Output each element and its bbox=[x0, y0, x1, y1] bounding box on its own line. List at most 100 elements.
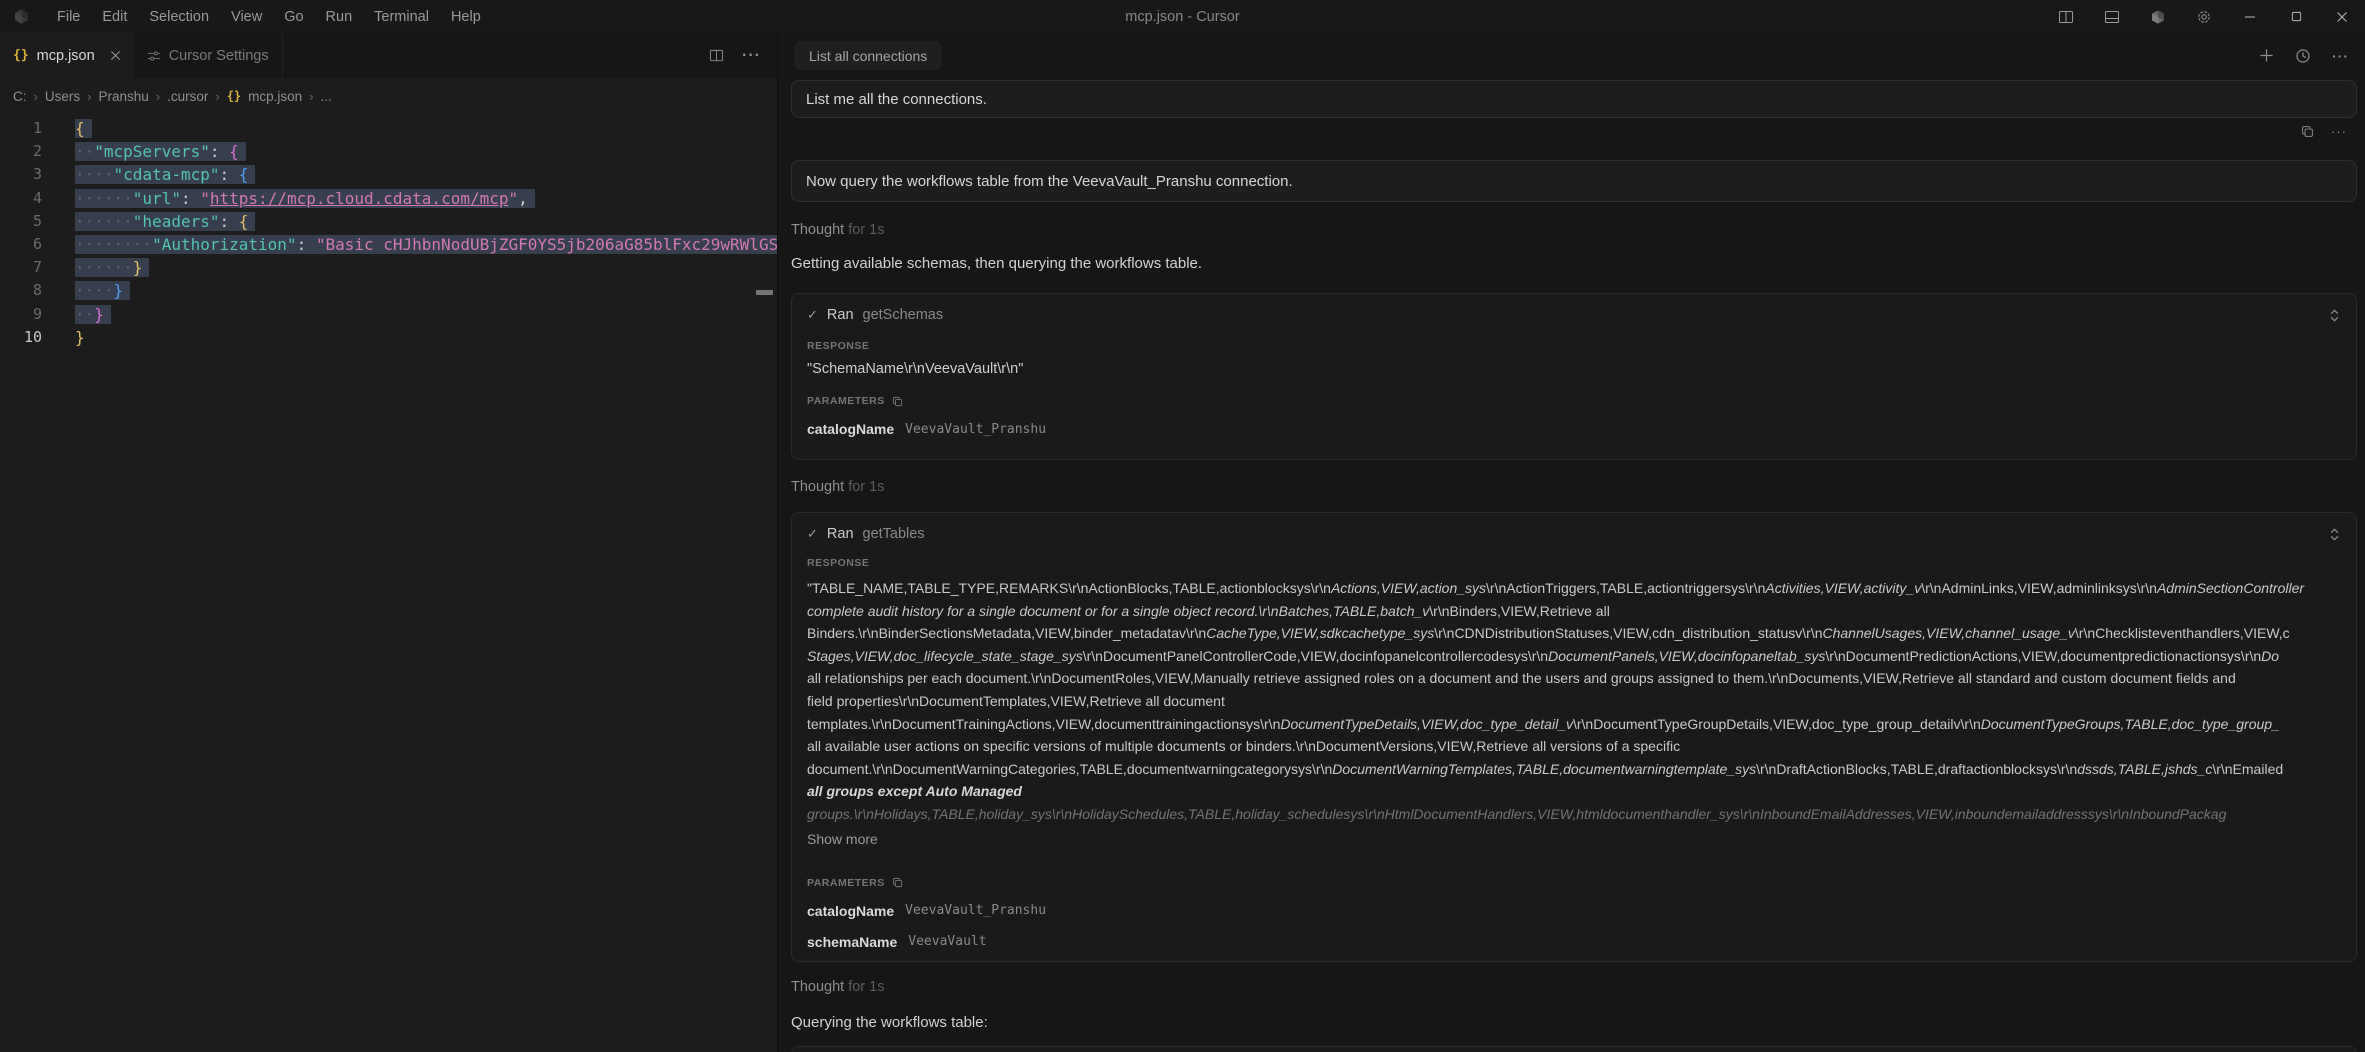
menu-bar: FileEditSelectionViewGoRunTerminalHelp bbox=[46, 9, 492, 25]
assistant-text: Getting available schemas, then querying… bbox=[791, 255, 1202, 272]
tab-label: mcp.json bbox=[37, 48, 95, 64]
code-line[interactable]: 2··"mcpServers": { bbox=[0, 140, 777, 163]
breadcrumb-item--cursor[interactable]: .cursor bbox=[167, 89, 208, 104]
titlebar: FileEditSelectionViewGoRunTerminalHelp m… bbox=[0, 0, 2365, 33]
code-token: { bbox=[239, 165, 249, 184]
toggle-panel-icon[interactable] bbox=[2104, 9, 2120, 25]
tool-call-header[interactable]: ✓ Ran getSchemas bbox=[807, 304, 2341, 326]
breadcrumb-item-pranshu[interactable]: Pranshu bbox=[98, 89, 148, 104]
menu-view[interactable]: View bbox=[220, 9, 273, 25]
line-number: 9 bbox=[0, 303, 42, 326]
code-selection: ······"url": "https://mcp.cloud.cdata.co… bbox=[75, 189, 535, 208]
tool-call-header[interactable]: ✓ Ran getTables bbox=[807, 523, 2341, 545]
cursor-ai-icon[interactable] bbox=[2150, 9, 2166, 25]
close-window-button[interactable] bbox=[2319, 0, 2365, 33]
tab-label: Cursor Settings bbox=[169, 48, 269, 64]
menu-selection[interactable]: Selection bbox=[138, 9, 220, 25]
response-line: all relationships per each document.\r\n… bbox=[807, 667, 2341, 690]
parameters-list: catalogNameVeevaVault_Pranshu bbox=[807, 420, 2341, 438]
chat-tab-bar: List all connections ··· bbox=[778, 33, 2365, 78]
menu-go[interactable]: Go bbox=[273, 9, 314, 25]
chat-more-actions-icon[interactable]: ··· bbox=[2332, 48, 2349, 64]
response-text-segment: DocumentPanels,VIEW,docinfopaneltab_sys bbox=[1548, 648, 1825, 664]
thought-row[interactable]: Thoughtfor 1s bbox=[791, 222, 884, 238]
response-text-segment: all groups except Auto Managed bbox=[807, 783, 1022, 799]
code-line-content: ······} bbox=[75, 256, 777, 279]
chat-tab-label: List all connections bbox=[809, 48, 927, 64]
code-selection: ······} bbox=[75, 258, 149, 277]
code-token: "Basic cHJhbnNodUBjZGF0YS5jb206aG85blFxc… bbox=[316, 235, 777, 254]
code-token: { bbox=[75, 119, 85, 138]
menu-run[interactable]: Run bbox=[315, 9, 364, 25]
chat-history-icon[interactable] bbox=[2295, 48, 2311, 64]
message-more-icon[interactable]: ··· bbox=[2331, 124, 2347, 139]
indent-whitespace-dots: ········ bbox=[75, 235, 152, 254]
parameter-value: VeevaVault_Pranshu bbox=[905, 422, 1046, 437]
breadcrumb-separator-icon: › bbox=[87, 89, 91, 104]
code-token: " bbox=[200, 189, 210, 208]
menu-help[interactable]: Help bbox=[440, 9, 492, 25]
thought-row[interactable]: Thoughtfor 1s bbox=[791, 479, 884, 495]
indent-whitespace-dots: ······ bbox=[75, 258, 133, 277]
breadcrumb-separator-icon: › bbox=[34, 89, 38, 104]
split-editor-icon[interactable] bbox=[2058, 9, 2074, 25]
code-line-content: ··} bbox=[75, 303, 777, 326]
copy-parameters-icon[interactable] bbox=[892, 396, 903, 407]
code-line[interactable]: 6········"Authorization": "Basic cHJhbnN… bbox=[0, 233, 777, 256]
tool-name: getSchemas bbox=[863, 307, 944, 323]
code-line[interactable]: 1{ bbox=[0, 117, 777, 140]
breadcrumb-item-users[interactable]: Users bbox=[45, 89, 80, 104]
response-text-segment: groups.\r\nHolidays,TABLE,holiday_sys\r\… bbox=[807, 806, 2226, 822]
tab-mcp-json[interactable]: {} mcp.json bbox=[0, 33, 134, 78]
code-line[interactable]: 9 ··} bbox=[0, 303, 777, 326]
code-line[interactable]: 4······"url": "https://mcp.cloud.cdata.c… bbox=[0, 187, 777, 210]
breadcrumb-item--[interactable]: ... bbox=[321, 89, 332, 104]
menu-edit[interactable]: Edit bbox=[91, 9, 138, 25]
copy-message-icon[interactable] bbox=[2301, 125, 2314, 138]
code-selection: ··} bbox=[75, 305, 111, 324]
response-text-segment: AdminSectionController bbox=[2157, 580, 2304, 596]
editor-more-actions-icon[interactable]: ··· bbox=[742, 47, 761, 65]
new-chat-icon[interactable] bbox=[2259, 48, 2274, 63]
thought-row[interactable]: Thoughtfor 1s bbox=[791, 979, 884, 995]
copy-parameters-icon[interactable] bbox=[892, 877, 903, 888]
minimize-button[interactable] bbox=[2227, 0, 2273, 33]
response-text-segment: \r\nDocumentTypeGroupDetails,VIEW,doc_ty… bbox=[1573, 716, 1981, 732]
collapse-chevrons-icon[interactable] bbox=[2328, 308, 2341, 323]
breadcrumb-item-c-[interactable]: C: bbox=[13, 89, 27, 104]
code-editor[interactable]: 1{2··"mcpServers": {3····"cdata-mcp": {4… bbox=[0, 114, 777, 1052]
code-line[interactable]: 3····"cdata-mcp": { bbox=[0, 163, 777, 186]
tool-call-card-getschemas: ✓ Ran getSchemas RESPONSE "SchemaName\r\… bbox=[791, 293, 2357, 460]
collapse-chevrons-icon[interactable] bbox=[2328, 527, 2341, 542]
code-selection: ····} bbox=[75, 281, 130, 300]
code-token: { bbox=[239, 212, 249, 231]
indent-whitespace-dots: ·· bbox=[75, 305, 94, 324]
response-line: complete audit history for a single docu… bbox=[807, 600, 2341, 623]
split-editor-right-icon[interactable] bbox=[709, 48, 724, 63]
code-line[interactable]: 7······} bbox=[0, 256, 777, 279]
show-more-link[interactable]: Show more bbox=[807, 831, 2341, 847]
breadcrumb-item-mcp-json[interactable]: mcp.json bbox=[248, 89, 302, 104]
parameter-row: catalogNameVeevaVault_Pranshu bbox=[807, 902, 2341, 920]
line-number: 5 bbox=[0, 210, 42, 233]
menu-file[interactable]: File bbox=[46, 9, 91, 25]
user-message-text: List me all the connections. bbox=[806, 91, 987, 108]
maximize-button[interactable] bbox=[2273, 0, 2319, 33]
code-token: "url" bbox=[133, 189, 181, 208]
menu-terminal[interactable]: Terminal bbox=[363, 9, 440, 25]
code-selection: ··"mcpServers": { bbox=[75, 142, 246, 161]
settings-gear-icon[interactable] bbox=[2196, 9, 2212, 25]
close-tab-icon[interactable] bbox=[110, 50, 121, 61]
indent-whitespace-dots: ···· bbox=[75, 281, 114, 300]
code-line[interactable]: 8····} bbox=[0, 279, 777, 302]
tab-cursor-settings[interactable]: Cursor Settings bbox=[134, 33, 283, 78]
code-token: "Authorization" bbox=[152, 235, 297, 254]
response-text-segment: \r\nDocumentPredictionActions,VIEW,docum… bbox=[1825, 648, 2261, 664]
chat-tab-list-all-connections[interactable]: List all connections bbox=[794, 41, 942, 70]
code-line[interactable]: 10} bbox=[0, 326, 777, 349]
code-line[interactable]: 5······"headers": { bbox=[0, 210, 777, 233]
indent-whitespace-dots: ······ bbox=[75, 212, 133, 231]
user-message-bubble: Now query the workflows table from the V… bbox=[791, 160, 2357, 202]
response-text-segment: \r\nBinders,VIEW,Retrieve all bbox=[1429, 603, 1610, 619]
code-token: https://mcp.cloud.cdata.com/mcp bbox=[210, 189, 509, 208]
